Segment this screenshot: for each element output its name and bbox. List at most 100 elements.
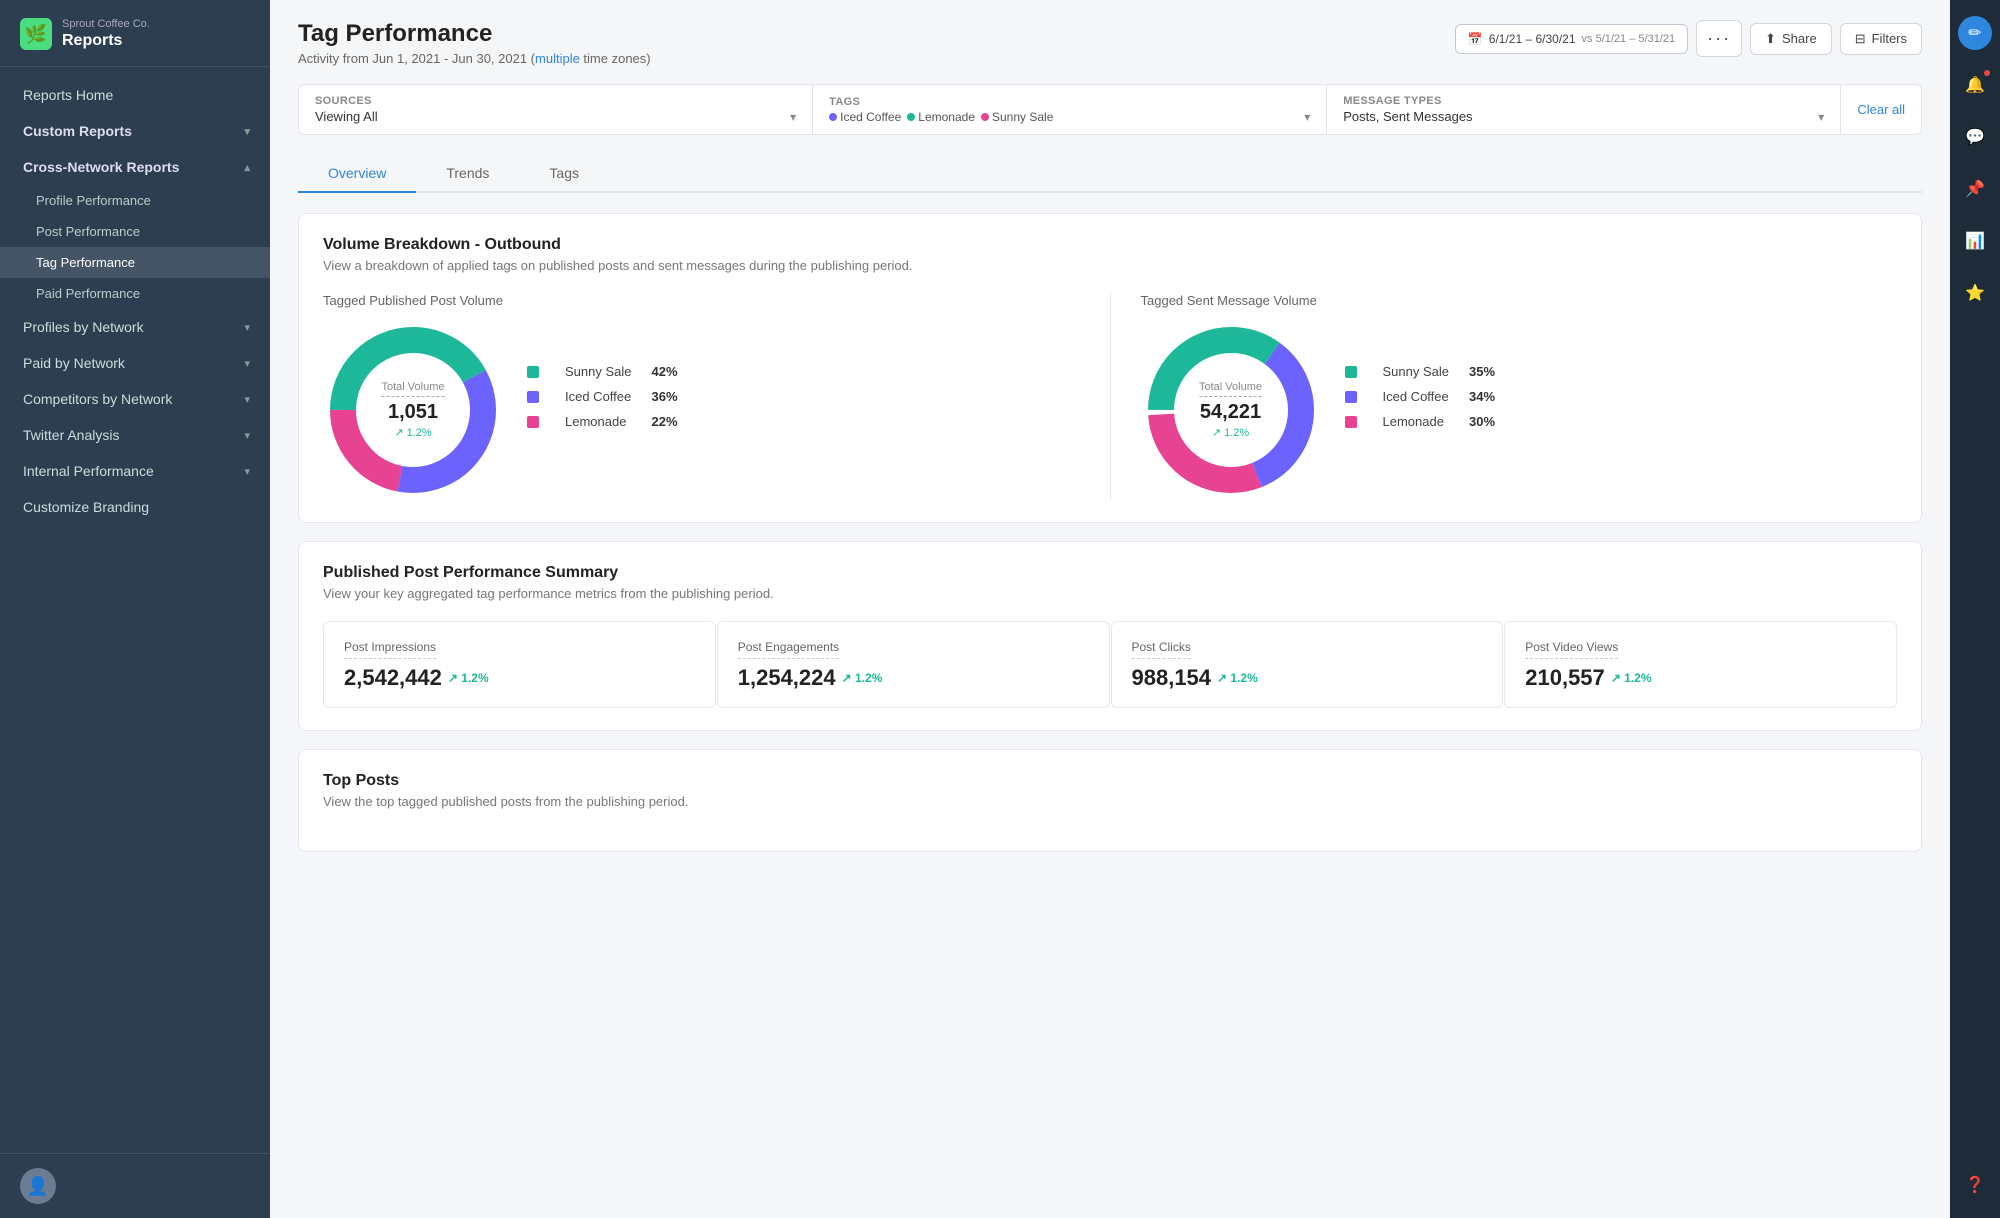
legend-color-sunny-sale	[527, 366, 539, 378]
legend-color-iced-coffee	[1345, 391, 1357, 403]
main-content: Tag Performance Activity from Jun 1, 202…	[270, 0, 1950, 1218]
post-performance-subtitle: View your key aggregated tag performance…	[323, 586, 1897, 601]
page-title: Tag Performance	[298, 20, 651, 48]
sidebar-item-twitter-analysis[interactable]: Twitter Analysis ▾	[0, 417, 270, 453]
icon-rail: ✏ 🔔 💬 📌 📊 ⭐ ❓	[1950, 0, 2000, 1218]
content-area: Tag Performance Activity from Jun 1, 202…	[270, 0, 1950, 1218]
right-donut-chart: Total Volume 54,221 ↗ 1.2%	[1141, 320, 1321, 500]
sidebar-item-post-performance[interactable]: Post Performance	[0, 216, 270, 247]
sidebar-item-customize-branding[interactable]: Customize Branding	[0, 489, 270, 525]
company-name: Sprout Coffee Co.	[62, 18, 150, 31]
tab-trends[interactable]: Trends	[416, 155, 519, 193]
reports-icon[interactable]: 📊	[1958, 224, 1992, 258]
chevron-down-icon: ▾	[244, 429, 250, 442]
chevron-down-icon: ▾	[244, 393, 250, 406]
top-posts-card: Top Posts View the top tagged published …	[298, 749, 1922, 852]
volume-breakdown-subtitle: View a breakdown of applied tags on publ…	[323, 258, 1897, 273]
page-subtitle: Activity from Jun 1, 2021 - Jun 30, 2021…	[298, 51, 651, 66]
compose-button[interactable]: ✏	[1958, 16, 1992, 50]
metrics-row: Post Impressions 2,542,442 ↗ 1.2% Post E…	[323, 621, 1897, 708]
share-button[interactable]: ⬆ Share	[1750, 23, 1832, 55]
filters-button[interactable]: ⊟ Filters	[1840, 23, 1922, 55]
legend-color-lemonade	[527, 416, 539, 428]
legend-item: Sunny Sale 35%	[1345, 364, 1496, 379]
social-icon[interactable]: ⭐	[1958, 276, 1992, 310]
sidebar-item-reports-home[interactable]: Reports Home	[0, 77, 270, 113]
trend-up-icon: ↗ 1.2%	[842, 671, 883, 685]
top-posts-subtitle: View the top tagged published posts from…	[323, 794, 1897, 809]
sidebar-item-cross-network[interactable]: Cross-Network Reports ▴	[0, 149, 270, 185]
legend-color-sunny-sale	[1345, 366, 1357, 378]
right-donut-center: Total Volume 54,221 ↗ 1.2%	[1199, 381, 1262, 439]
chevron-down-icon: ▾	[1304, 110, 1310, 124]
timezone-link[interactable]: multiple	[535, 51, 580, 66]
more-options-button[interactable]: ···	[1696, 20, 1742, 57]
sidebar-item-paid-performance[interactable]: Paid Performance	[0, 278, 270, 309]
sidebar-item-tag-performance[interactable]: Tag Performance	[0, 247, 270, 278]
metric-engagements: Post Engagements 1,254,224 ↗ 1.2%	[717, 621, 1110, 708]
video-views-label: Post Video Views	[1525, 640, 1618, 659]
metric-impressions: Post Impressions 2,542,442 ↗ 1.2%	[323, 621, 716, 708]
sidebar-header: 🌿 Sprout Coffee Co. Reports	[0, 0, 270, 67]
section-title: Reports	[62, 31, 150, 50]
chevron-down-icon: ▾	[1818, 110, 1824, 124]
chart-divider	[1110, 293, 1111, 500]
date-range-button[interactable]: 📅 6/1/21 – 6/30/21 vs 5/1/21 – 5/31/21	[1455, 24, 1688, 54]
right-chart-legend: Sunny Sale 35% Iced Coffee 34% Lemonade …	[1345, 364, 1496, 429]
notifications-icon[interactable]: 🔔	[1958, 68, 1992, 102]
share-icon: ⬆	[1765, 31, 1776, 47]
chevron-down-icon: ▾	[244, 465, 250, 478]
legend-color-iced-coffee	[527, 391, 539, 403]
impressions-label: Post Impressions	[344, 640, 436, 659]
sidebar: 🌿 Sprout Coffee Co. Reports Reports Home…	[0, 0, 270, 1218]
right-chart-label: Tagged Sent Message Volume	[1141, 293, 1321, 308]
tab-tags[interactable]: Tags	[519, 155, 609, 193]
sidebar-item-profiles-by-network[interactable]: Profiles by Network ▾	[0, 309, 270, 345]
calendar-icon: 📅	[1468, 32, 1483, 46]
filter-icon: ⊟	[1855, 31, 1866, 47]
sidebar-item-internal-performance[interactable]: Internal Performance ▾	[0, 453, 270, 489]
chevron-up-icon: ▴	[244, 161, 250, 174]
clear-all-button[interactable]: Clear all	[1841, 85, 1921, 134]
volume-breakdown-title: Volume Breakdown - Outbound	[323, 236, 1897, 254]
legend-item: Lemonade 22%	[527, 414, 678, 429]
help-icon[interactable]: ❓	[1958, 1168, 1992, 1202]
trend-up-icon: ↗ 1.2%	[448, 671, 489, 685]
sidebar-item-profile-performance[interactable]: Profile Performance	[0, 185, 270, 216]
left-donut-center: Total Volume 1,051 ↗ 1.2%	[382, 381, 445, 439]
chevron-down-icon: ▾	[244, 357, 250, 370]
sidebar-item-competitors-by-network[interactable]: Competitors by Network ▾	[0, 381, 270, 417]
tab-overview[interactable]: Overview	[298, 155, 416, 193]
trend-up-icon: ↗ 1.2%	[1217, 671, 1258, 685]
tag-iced-coffee: Iced Coffee	[829, 110, 901, 124]
tag-lemonade: Lemonade	[907, 110, 975, 124]
sidebar-nav: Reports Home Custom Reports ▾ Cross-Netw…	[0, 67, 270, 1153]
sidebar-item-custom-reports[interactable]: Custom Reports ▾	[0, 113, 270, 149]
chevron-down-icon: ▾	[244, 321, 250, 334]
legend-item: Lemonade 30%	[1345, 414, 1496, 429]
sources-filter[interactable]: Sources Viewing All ▾	[299, 85, 813, 134]
legend-item: Iced Coffee 34%	[1345, 389, 1496, 404]
tabs: Overview Trends Tags	[298, 155, 1922, 193]
post-performance-title: Published Post Performance Summary	[323, 564, 1897, 582]
legend-item: Sunny Sale 42%	[527, 364, 678, 379]
tags-filter[interactable]: Tags Iced Coffee Lemonade Sunny Sale ▾	[813, 85, 1327, 134]
header-actions: 📅 6/1/21 – 6/30/21 vs 5/1/21 – 5/31/21 ·…	[1455, 20, 1922, 57]
sidebar-footer: 👤	[0, 1153, 270, 1218]
page-header: Tag Performance Activity from Jun 1, 202…	[298, 20, 1922, 66]
top-posts-title: Top Posts	[323, 772, 1897, 790]
charts-row: Tagged Published Post Volume	[323, 293, 1897, 500]
tasks-icon[interactable]: 📌	[1958, 172, 1992, 206]
filter-bar: Sources Viewing All ▾ Tags Iced Coffee L…	[298, 84, 1922, 135]
chevron-down-icon: ▾	[244, 125, 250, 138]
left-chart-legend: Sunny Sale 42% Iced Coffee 36% Lemonade …	[527, 364, 678, 429]
message-types-filter[interactable]: Message Types Posts, Sent Messages ▾	[1327, 85, 1841, 134]
volume-breakdown-card: Volume Breakdown - Outbound View a break…	[298, 213, 1922, 523]
legend-item: Iced Coffee 36%	[527, 389, 678, 404]
engagements-label: Post Engagements	[738, 640, 839, 659]
metric-clicks: Post Clicks 988,154 ↗ 1.2%	[1111, 621, 1504, 708]
sprout-logo: 🌿	[20, 18, 52, 50]
metric-video-views: Post Video Views 210,557 ↗ 1.2%	[1504, 621, 1897, 708]
sidebar-item-paid-by-network[interactable]: Paid by Network ▾	[0, 345, 270, 381]
messages-icon[interactable]: 💬	[1958, 120, 1992, 154]
